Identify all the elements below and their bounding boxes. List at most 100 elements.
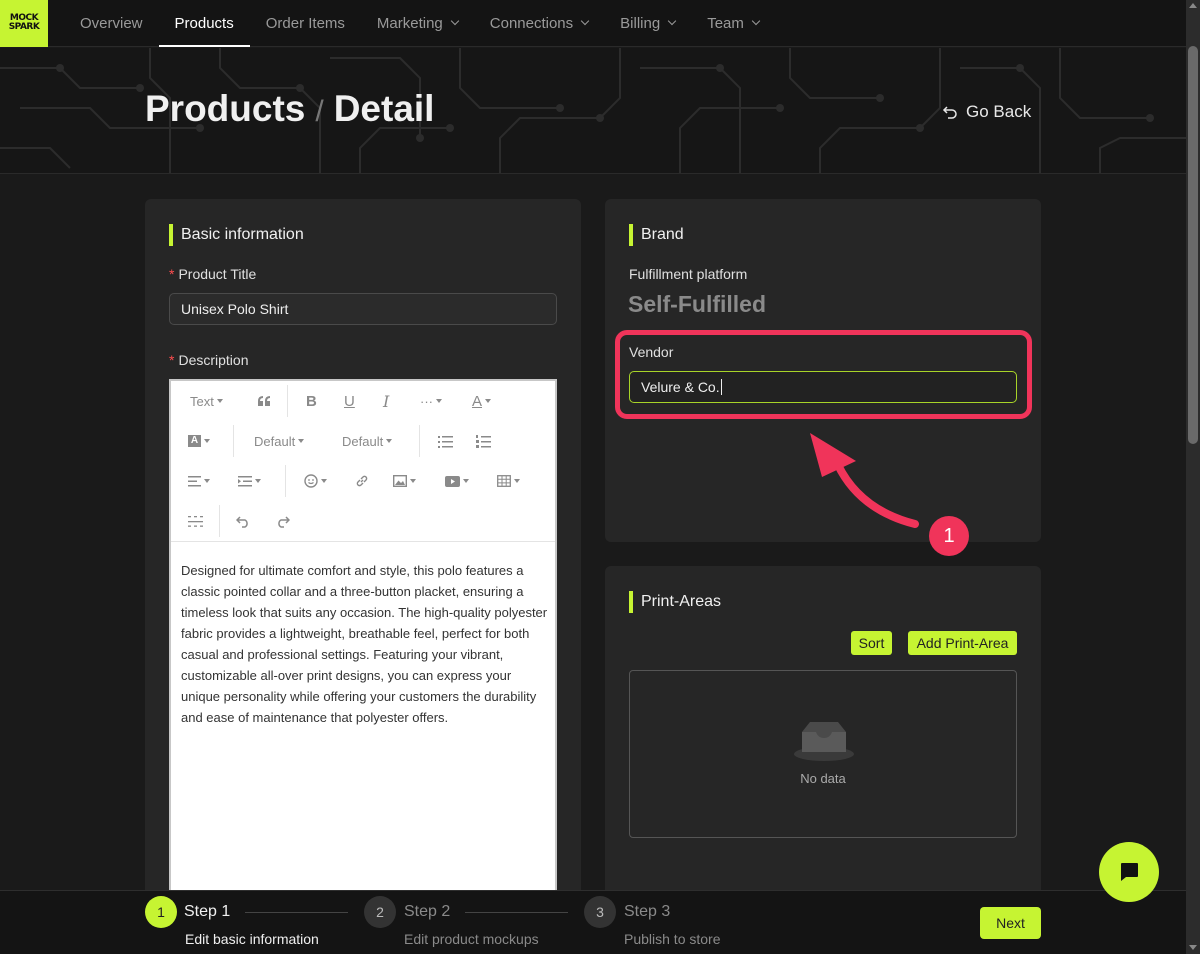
caret-down-icon (298, 439, 305, 443)
nav-billing[interactable]: Billing (604, 0, 691, 47)
chevron-down-icon (751, 16, 761, 26)
breadcrumb: Products / Detail (145, 88, 434, 130)
nav-team[interactable]: Team (691, 0, 775, 47)
description-label: * Description (169, 352, 248, 368)
sort-button[interactable]: Sort (851, 631, 892, 655)
nav-label: Team (707, 14, 744, 32)
caret-down-icon (216, 399, 223, 403)
redo-icon[interactable] (275, 501, 290, 541)
undo-arrow-icon (942, 106, 957, 119)
font-color-icon[interactable]: A (472, 381, 492, 421)
toolbar-divider (233, 425, 234, 457)
font-size-label: Default (342, 433, 384, 449)
logo-line2: SPARK (8, 22, 40, 32)
video-icon[interactable] (445, 461, 469, 501)
step-2-title[interactable]: Step 2 (404, 903, 450, 921)
print-areas-empty-state: No data (629, 670, 1017, 838)
step-3-title[interactable]: Step 3 (624, 903, 670, 921)
scroll-down-arrow-icon[interactable] (1189, 945, 1197, 950)
nav-marketing[interactable]: Marketing (361, 0, 474, 47)
caret-down-icon (204, 439, 210, 443)
nav-products[interactable]: Products (158, 0, 250, 47)
link-icon[interactable] (355, 461, 369, 501)
empty-inbox-icon (794, 722, 854, 761)
chevron-down-icon (580, 16, 590, 26)
nav-label: Billing (620, 14, 661, 32)
fulfillment-platform-label: Fulfillment platform (629, 266, 748, 282)
product-title-label: * Product Title (169, 266, 256, 282)
table-icon[interactable] (497, 461, 520, 501)
chat-bubble-icon (1121, 863, 1138, 881)
step-1-title[interactable]: Step 1 (184, 903, 230, 921)
nav-items: Overview Products Order Items Marketing … (64, 0, 775, 47)
go-back-button[interactable]: Go Back (942, 102, 1031, 122)
text-style-dropdown[interactable]: Text (190, 381, 223, 421)
italic-icon[interactable]: I (383, 381, 389, 421)
nav-label: Connections (489, 14, 574, 32)
font-size-dropdown[interactable]: Default (342, 421, 393, 461)
chat-support-button[interactable] (1099, 842, 1159, 902)
bullet-list-icon[interactable] (438, 421, 453, 461)
step-2-circle: 2 (364, 896, 396, 928)
caret-down-icon (204, 479, 210, 483)
breadcrumb-separator: / (315, 95, 324, 128)
page-scrollbar[interactable] (1186, 0, 1200, 954)
step-2-description: Edit product mockups (404, 931, 539, 947)
emoji-icon[interactable] (304, 461, 327, 501)
text-style-label: Text (190, 393, 214, 409)
align-icon[interactable] (188, 461, 210, 501)
toolbar-divider (285, 465, 286, 497)
toolbar-divider (287, 385, 288, 417)
empty-state-text: No data (800, 771, 846, 786)
breadcrumb-products[interactable]: Products (145, 88, 305, 130)
indent-icon[interactable] (238, 461, 261, 501)
print-areas-title: Print-Areas (629, 591, 721, 613)
underline-icon[interactable]: U (344, 381, 355, 421)
caret-down-icon (463, 479, 469, 483)
image-icon[interactable] (393, 461, 416, 501)
step-1-description: Edit basic information (185, 931, 319, 947)
required-asterisk: * (169, 266, 175, 282)
steps-bar: 1 Step 1 Edit basic information 2 Step 2… (0, 890, 1186, 954)
step-1-circle: 1 (145, 896, 177, 928)
scrollbar-thumb[interactable] (1188, 46, 1198, 444)
annotation-arrow-icon (810, 433, 919, 528)
font-family-label: Default (254, 433, 296, 449)
horizontal-rule-icon[interactable] (188, 501, 203, 541)
chevron-down-icon (450, 16, 460, 26)
page-header: Products / Detail Go Back (0, 48, 1186, 174)
annotation-step-badge: 1 (929, 516, 969, 556)
nav-order-items[interactable]: Order Items (250, 0, 361, 47)
nav-label: Products (174, 14, 234, 32)
basic-information-title: Basic information (169, 224, 304, 246)
nav-overview[interactable]: Overview (64, 0, 159, 47)
toolbar-divider (419, 425, 420, 457)
bold-icon[interactable]: B (306, 381, 317, 421)
next-button[interactable]: Next (980, 907, 1041, 939)
required-asterisk: * (169, 352, 175, 368)
caret-down-icon (386, 439, 393, 443)
more-formats-icon[interactable]: ··· (420, 381, 442, 421)
mockspark-logo[interactable]: MOCK SPARK (0, 0, 48, 47)
label-text: Product Title (178, 266, 257, 282)
numbered-list-icon[interactable] (476, 421, 491, 461)
scroll-up-arrow-icon[interactable] (1189, 3, 1197, 8)
add-print-area-button[interactable]: Add Print-Area (908, 631, 1017, 655)
top-nav: MOCK SPARK Overview Products Order Items… (0, 0, 1186, 47)
blockquote-icon[interactable] (257, 381, 271, 421)
product-title-input[interactable]: Unisex Polo Shirt (169, 293, 557, 325)
background-color-icon[interactable]: A (188, 421, 210, 461)
description-editor-content[interactable]: Designed for ultimate comfort and style,… (181, 560, 549, 728)
chevron-down-icon (667, 16, 677, 26)
caret-down-icon (436, 399, 442, 403)
annotation-highlight-box (615, 330, 1032, 419)
step-connector (245, 912, 348, 913)
nav-connections[interactable]: Connections (474, 0, 604, 47)
caret-down-icon (514, 479, 520, 483)
rich-text-editor: Text B U I ··· A A Default Default Desig… (169, 379, 557, 899)
step-3-circle: 3 (584, 896, 616, 928)
font-family-dropdown[interactable]: Default (254, 421, 305, 461)
undo-icon[interactable] (236, 501, 251, 541)
toolbar-divider (219, 505, 220, 537)
fulfillment-platform-value: Self-Fulfilled (628, 291, 766, 317)
